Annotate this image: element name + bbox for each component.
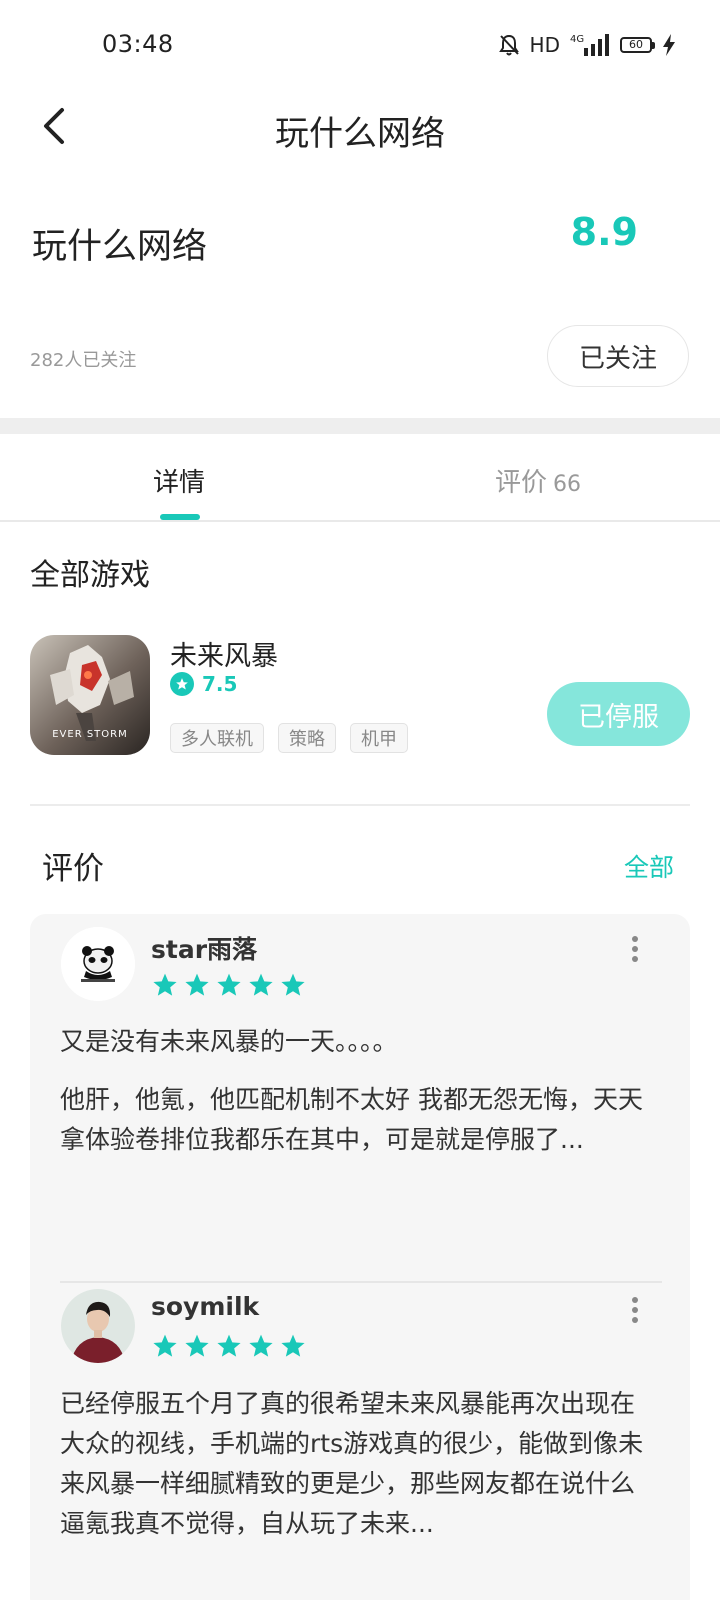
game-tags: 多人联机 策略 机甲 [170,723,408,753]
star-icon [281,1334,305,1357]
star-icon [185,1334,209,1357]
avatar[interactable] [61,927,135,1001]
tab-underline [0,520,720,522]
game-name[interactable]: 未来风暴 [170,634,278,673]
hd-indicator: HD [529,33,560,57]
star-icon [153,1334,177,1357]
more-options-icon[interactable] [630,1296,640,1326]
page-title: 玩什么网络 [275,114,445,154]
rating-star-icon [170,672,194,696]
review-body[interactable]: 他肝，他氪，他匹配机制不太好 我都无怨无悔，天天拿体验卷排位我都乐在其中，可是就… [60,1080,645,1160]
network-type: 4G [570,34,584,45]
avatar[interactable] [61,1289,135,1363]
review-stars [152,972,306,998]
review-username[interactable]: soymilk [151,1292,259,1321]
game-icon-text: EVER STORM [52,729,128,740]
mute-bell-icon [498,34,519,56]
section-separator [30,804,690,806]
service-stopped-button[interactable]: 已停服 [547,682,690,746]
game-rating: 7.5 [202,672,238,696]
status-bar: 03:48 HD 4G 60 [0,0,720,90]
star-icon [249,1334,273,1357]
review-body[interactable]: 已经停服五个月了真的很希望未来风暴能再次出现在大众的视线，手机端的rts游戏真的… [60,1384,652,1544]
game-tag[interactable]: 策略 [278,723,336,753]
more-options-icon[interactable] [630,935,640,965]
tab-reviews-count: 66 [553,472,582,497]
follow-button[interactable]: 已关注 [547,325,689,387]
star-icon [153,973,177,996]
all-games-title: 全部游戏 [30,558,150,593]
game-rating-row: 7.5 [170,672,237,696]
publisher-name: 玩什么网络 [32,227,208,267]
star-icon [185,973,209,996]
tab-details[interactable]: 详情 [153,462,205,499]
tab-reviews[interactable]: 评价 66 [495,462,581,499]
game-tag[interactable]: 机甲 [350,723,408,753]
reviews-all-link[interactable]: 全部 [624,848,674,884]
review-username[interactable]: star雨落 [151,930,257,966]
star-icon [249,973,273,996]
signal-icon: 4G [570,34,609,56]
status-time: 03:48 [102,30,174,58]
star-icon [217,1334,241,1357]
game-tag[interactable]: 多人联机 [170,723,264,753]
tab-details-label: 详情 [153,468,206,498]
reviews-title: 评价 [42,851,104,887]
publisher-score: 8.9 [570,210,638,254]
game-icon[interactable]: EVER STORM [30,635,150,755]
status-icons: HD 4G 60 [498,30,676,60]
tab-reviews-label: 评价 [495,468,548,498]
star-icon [281,973,305,996]
review-stars [152,1333,306,1359]
battery-icon: 60 [620,37,655,53]
review-separator [60,1281,662,1283]
review-title: 又是没有未来风暴的一天。。。。 [60,1027,398,1056]
charging-icon [663,34,675,56]
follower-count: 282人已关注 [30,350,137,371]
section-divider [0,418,720,434]
star-icon [217,973,241,996]
